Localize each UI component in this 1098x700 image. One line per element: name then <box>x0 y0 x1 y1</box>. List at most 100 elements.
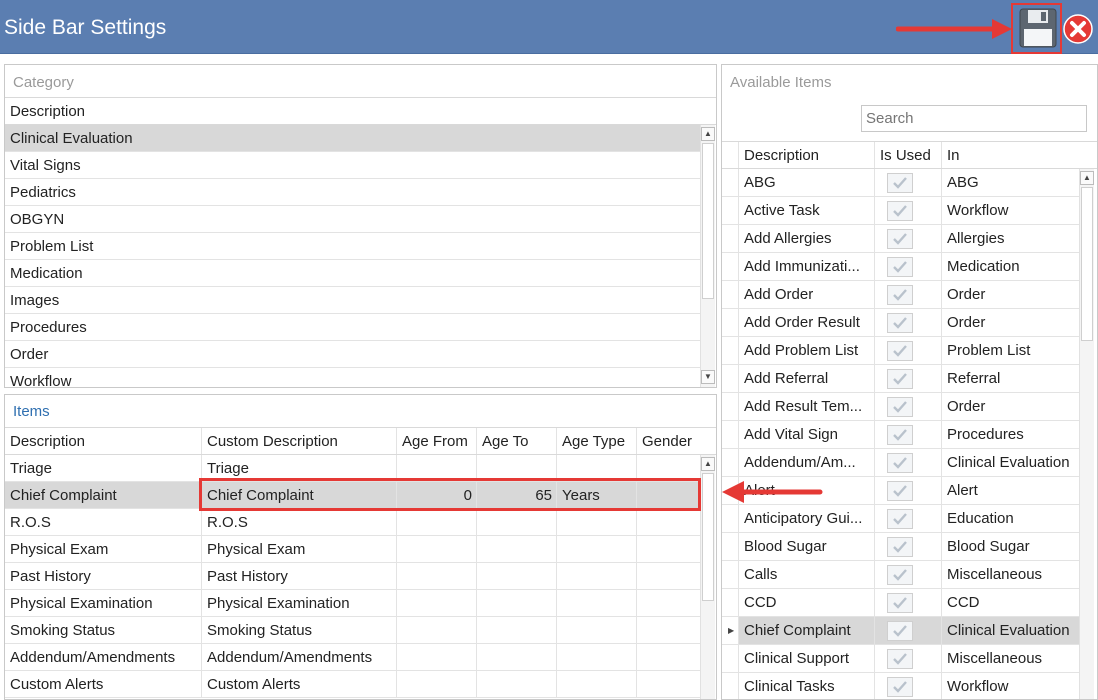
category-row[interactable]: Problem List <box>5 233 700 260</box>
available-item-row[interactable]: Calls Miscellaneous <box>722 561 1079 589</box>
item-cell-age-from <box>396 563 476 589</box>
category-row[interactable]: Procedures <box>5 314 700 341</box>
scroll-up-arrow[interactable]: ▲ <box>1080 171 1094 185</box>
available-item-row[interactable]: Add Referral Referral <box>722 365 1079 393</box>
available-item-row[interactable]: Add Result Tem... Order <box>722 393 1079 421</box>
category-scrollbar[interactable]: ▲ ▼ <box>700 125 715 387</box>
is-used-checkbox[interactable] <box>887 453 913 473</box>
available-item-description: Add Vital Sign <box>738 421 874 448</box>
category-row[interactable]: Vital Signs <box>5 152 700 179</box>
available-item-row[interactable]: Add Immunizati... Medication <box>722 253 1079 281</box>
item-cell-description[interactable]: Addendum/Amendments <box>5 644 201 670</box>
scroll-thumb[interactable] <box>702 143 714 299</box>
scroll-up-arrow[interactable]: ▲ <box>701 457 715 471</box>
item-cell-custom-description[interactable]: Past History <box>201 563 396 589</box>
available-header-description[interactable]: Description <box>738 142 874 168</box>
item-cell-custom-description[interactable]: R.O.S <box>201 509 396 535</box>
available-item-is-used <box>874 197 941 224</box>
item-cell-description[interactable]: R.O.S <box>5 509 201 535</box>
is-used-checkbox[interactable] <box>887 229 913 249</box>
available-item-is-used <box>874 477 941 504</box>
category-row[interactable]: Order <box>5 341 700 368</box>
items-header-description[interactable]: Description <box>5 428 201 454</box>
available-item-row[interactable]: Add Order Order <box>722 281 1079 309</box>
category-row[interactable]: Medication <box>5 260 700 287</box>
category-row[interactable]: Images <box>5 287 700 314</box>
is-used-checkbox[interactable] <box>887 537 913 557</box>
is-used-checkbox[interactable] <box>887 649 913 669</box>
available-items-scrollbar[interactable]: ▲ <box>1079 169 1094 699</box>
is-used-checkbox[interactable] <box>887 565 913 585</box>
available-item-in: Problem List <box>941 337 1079 364</box>
available-item-row[interactable]: CCD CCD <box>722 589 1079 617</box>
category-header-description[interactable]: Description <box>5 98 716 124</box>
item-row[interactable]: Past History Past History <box>5 563 700 590</box>
available-item-row[interactable]: Add Allergies Allergies <box>722 225 1079 253</box>
items-header-custom-description[interactable]: Custom Description <box>201 428 396 454</box>
item-row[interactable]: Smoking Status Smoking Status <box>5 617 700 644</box>
is-used-checkbox[interactable] <box>887 481 913 501</box>
available-item-row[interactable]: Clinical Tasks Workflow <box>722 673 1079 699</box>
item-row[interactable]: Custom Alerts Custom Alerts <box>5 671 700 698</box>
category-row[interactable]: Pediatrics <box>5 179 700 206</box>
available-item-row[interactable]: ▶ Chief Complaint Clinical Evaluation <box>722 617 1079 645</box>
is-used-checkbox[interactable] <box>887 341 913 361</box>
items-header-gender[interactable]: Gender <box>636 428 700 454</box>
scroll-up-arrow[interactable]: ▲ <box>701 127 715 141</box>
available-item-row[interactable]: Add Problem List Problem List <box>722 337 1079 365</box>
available-item-row[interactable]: Add Vital Sign Procedures <box>722 421 1079 449</box>
item-cell-custom-description[interactable]: Physical Exam <box>201 536 396 562</box>
category-row[interactable]: Clinical Evaluation <box>5 125 700 152</box>
scroll-thumb[interactable] <box>702 473 714 601</box>
is-used-checkbox[interactable] <box>887 397 913 417</box>
item-cell-age-to <box>476 590 556 616</box>
item-cell-custom-description[interactable]: Addendum/Amendments <box>201 644 396 670</box>
category-row[interactable]: Workflow <box>5 368 700 387</box>
close-button[interactable] <box>1063 14 1093 44</box>
item-cell-custom-description[interactable]: Custom Alerts <box>201 671 396 697</box>
is-used-checkbox[interactable] <box>887 425 913 445</box>
item-cell-description[interactable]: Triage <box>5 455 201 481</box>
item-cell-description[interactable]: Custom Alerts <box>5 671 201 697</box>
item-row[interactable]: Physical Exam Physical Exam <box>5 536 700 563</box>
available-item-row[interactable]: Blood Sugar Blood Sugar <box>722 533 1079 561</box>
available-header-is-used[interactable]: Is Used <box>874 142 941 168</box>
item-cell-description[interactable]: Past History <box>5 563 201 589</box>
is-used-checkbox[interactable] <box>887 257 913 277</box>
available-item-row[interactable]: ABG ABG <box>722 169 1079 197</box>
available-item-row[interactable]: Anticipatory Gui... Education <box>722 505 1079 533</box>
is-used-checkbox[interactable] <box>887 677 913 697</box>
search-input[interactable] <box>861 105 1087 132</box>
is-used-checkbox[interactable] <box>887 313 913 333</box>
available-header-in[interactable]: In <box>941 142 1079 168</box>
item-row[interactable]: R.O.S R.O.S <box>5 509 700 536</box>
available-item-row[interactable]: Clinical Support Miscellaneous <box>722 645 1079 673</box>
item-row[interactable]: Physical Examination Physical Examination <box>5 590 700 617</box>
is-used-checkbox[interactable] <box>887 285 913 305</box>
item-cell-description[interactable]: Chief Complaint <box>5 482 201 508</box>
items-header-age-type[interactable]: Age Type <box>556 428 636 454</box>
is-used-checkbox[interactable] <box>887 509 913 529</box>
available-item-row[interactable]: Addendum/Am... Clinical Evaluation <box>722 449 1079 477</box>
is-used-checkbox[interactable] <box>887 621 913 641</box>
available-item-row[interactable]: Active Task Workflow <box>722 197 1079 225</box>
scroll-thumb[interactable] <box>1081 187 1093 341</box>
is-used-checkbox[interactable] <box>887 201 913 221</box>
item-cell-description[interactable]: Physical Exam <box>5 536 201 562</box>
is-used-checkbox[interactable] <box>887 369 913 389</box>
category-row[interactable]: OBGYN <box>5 206 700 233</box>
available-item-row[interactable]: Add Order Result Order <box>722 309 1079 337</box>
is-used-checkbox[interactable] <box>887 593 913 613</box>
available-item-is-used <box>874 645 941 672</box>
items-header-age-from[interactable]: Age From <box>396 428 476 454</box>
is-used-checkbox[interactable] <box>887 173 913 193</box>
scroll-down-arrow[interactable]: ▼ <box>701 370 715 384</box>
item-cell-custom-description[interactable]: Physical Examination <box>201 590 396 616</box>
available-item-in: Medication <box>941 253 1079 280</box>
items-header-age-to[interactable]: Age To <box>476 428 556 454</box>
items-scrollbar[interactable]: ▲ <box>700 455 715 699</box>
item-cell-description[interactable]: Smoking Status <box>5 617 201 643</box>
item-row[interactable]: Addendum/Amendments Addendum/Amendments <box>5 644 700 671</box>
item-cell-description[interactable]: Physical Examination <box>5 590 201 616</box>
item-cell-custom-description[interactable]: Smoking Status <box>201 617 396 643</box>
